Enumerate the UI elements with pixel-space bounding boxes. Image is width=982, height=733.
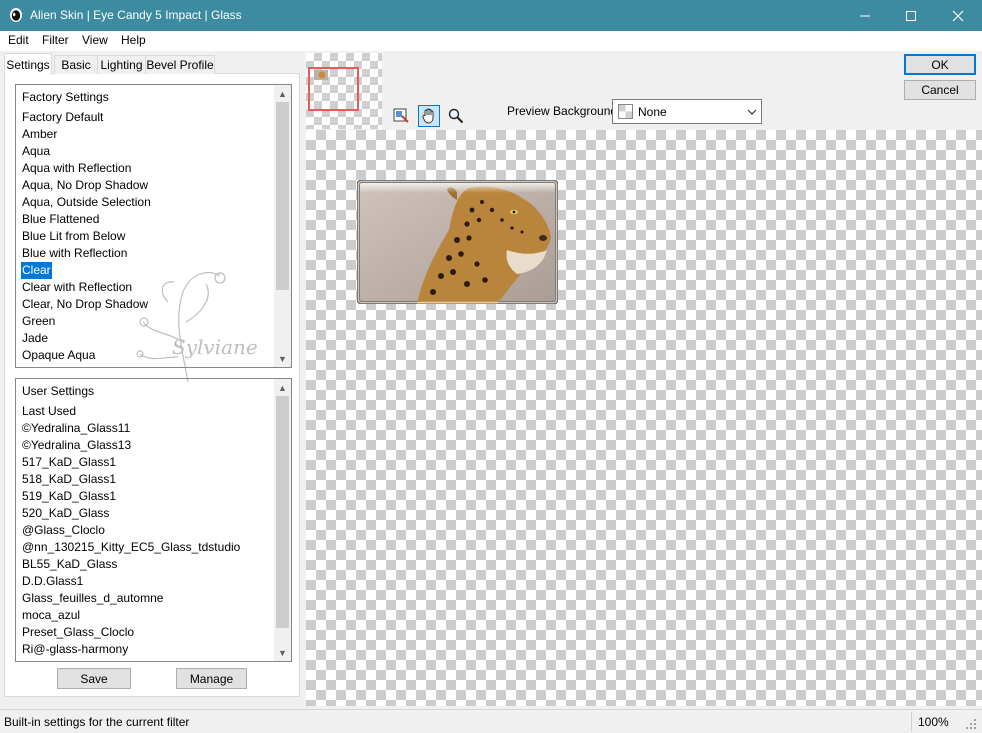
tab-basic[interactable]: Basic xyxy=(54,55,98,74)
status-divider xyxy=(911,712,912,731)
tab-bevel-profile[interactable]: Bevel Profile xyxy=(145,55,215,74)
list-item[interactable]: Opaque Aqua xyxy=(21,347,96,364)
resize-grip-icon[interactable] xyxy=(962,715,978,731)
hand-tool-button[interactable] xyxy=(418,105,440,127)
thumbnail-image xyxy=(314,70,328,80)
list-item[interactable]: Ri@-glass-harmony xyxy=(21,641,129,658)
scroll-down-icon[interactable]: ▼ xyxy=(274,644,291,661)
list-item[interactable]: Blue Lit from Below xyxy=(21,228,126,245)
close-icon xyxy=(952,10,964,21)
tab-lighting[interactable]: Lighting xyxy=(97,55,146,74)
glass-effect-preview-image xyxy=(357,180,558,304)
menu-help[interactable]: Help xyxy=(121,33,146,47)
list-item[interactable]: Clear with Reflection xyxy=(21,279,133,296)
chevron-down-icon xyxy=(747,109,757,115)
list-item-selected[interactable]: Clear xyxy=(21,262,52,279)
list-item[interactable]: @nn_130215_Kitty_EC5_Glass_tdstudio xyxy=(21,539,241,556)
hand-icon xyxy=(422,108,434,124)
list-item[interactable]: @Glass_Cloclo xyxy=(21,522,106,539)
window-title: Alien Skin | Eye Candy 5 Impact | Glass xyxy=(30,8,242,22)
pan-preview-icon xyxy=(393,108,409,123)
list-item[interactable]: ©Yedralina_Glass11 xyxy=(21,420,131,437)
maximize-button[interactable] xyxy=(888,0,934,31)
tab-settings[interactable]: Settings xyxy=(4,53,52,75)
save-button[interactable]: Save xyxy=(57,668,131,689)
status-bar: Built-in settings for the current filter… xyxy=(0,709,982,733)
scroll-thumb[interactable] xyxy=(276,396,289,628)
list-item[interactable]: Aqua xyxy=(21,143,51,160)
list-item[interactable]: Jade xyxy=(21,330,49,347)
user-settings-list[interactable]: User Settings Last Used ©Yedralina_Glass… xyxy=(15,378,292,662)
factory-settings-header: Factory Settings xyxy=(22,90,109,104)
alien-skin-app-icon xyxy=(10,8,22,22)
list-item[interactable]: Amber xyxy=(21,126,58,143)
minimize-button[interactable] xyxy=(842,0,888,31)
menu-bar: Edit Filter View Help xyxy=(0,31,982,51)
manage-button[interactable]: Manage xyxy=(176,668,247,689)
list-item[interactable]: Green xyxy=(21,313,56,330)
zoom-tool-button[interactable] xyxy=(445,105,467,127)
tab-strip: Settings Basic Lighting Bevel Profile xyxy=(4,53,300,75)
menu-filter[interactable]: Filter xyxy=(42,33,69,47)
watermark-text: Sylviane xyxy=(172,335,258,359)
cancel-button[interactable]: Cancel xyxy=(904,80,976,100)
ok-button[interactable]: OK xyxy=(904,54,976,75)
list-item[interactable]: 518_KaD_Glass1 xyxy=(21,471,117,488)
list-item[interactable]: 520_KaD_Glass xyxy=(21,505,110,522)
minimize-icon xyxy=(860,15,870,16)
user-settings-header: User Settings xyxy=(22,384,95,398)
zoom-level: 100% xyxy=(918,715,949,729)
list-item[interactable]: Last Used xyxy=(21,403,77,420)
list-item[interactable]: BL55_KaD_Glass xyxy=(21,556,118,573)
sylviane-watermark: Sylviane xyxy=(136,271,258,383)
list-item[interactable]: Preset_Glass_Cloclo xyxy=(21,624,135,641)
menu-view[interactable]: View xyxy=(82,33,108,47)
list-item[interactable]: Factory Default xyxy=(21,109,104,126)
preview-background-value: None xyxy=(638,105,667,119)
maximize-icon xyxy=(906,10,916,21)
list-item[interactable]: Aqua, No Drop Shadow xyxy=(21,177,149,194)
list-item[interactable]: moca_azul xyxy=(21,607,81,624)
list-item[interactable]: Glass_feuilles_d_automne xyxy=(21,590,164,607)
list-item[interactable]: Blue with Reflection xyxy=(21,245,128,262)
preview-background-label: Preview Background: xyxy=(507,104,621,118)
list-item[interactable]: ©Yedralina_Glass13 xyxy=(21,437,132,454)
close-button[interactable] xyxy=(934,0,982,31)
list-item[interactable]: 519_KaD_Glass1 xyxy=(21,488,117,505)
zoom-icon xyxy=(448,108,464,124)
scroll-up-icon[interactable]: ▲ xyxy=(274,85,291,102)
menu-edit[interactable]: Edit xyxy=(8,33,29,47)
title-bar: Alien Skin | Eye Candy 5 Impact | Glass xyxy=(0,0,982,31)
list-item[interactable]: Blue Flattened xyxy=(21,211,100,228)
list-item[interactable]: Aqua with Reflection xyxy=(21,160,132,177)
user-list-scrollbar[interactable]: ▲ ▼ xyxy=(274,379,291,661)
list-item[interactable]: Aqua, Outside Selection xyxy=(21,194,152,211)
list-item[interactable]: D.D.Glass1 xyxy=(21,573,84,590)
transparent-swatch-icon xyxy=(618,104,633,119)
pan-preview-button[interactable] xyxy=(390,105,412,127)
status-text: Built-in settings for the current filter xyxy=(4,715,190,729)
preview-background-dropdown[interactable]: None xyxy=(612,99,762,124)
list-item[interactable]: 517_KaD_Glass1 xyxy=(21,454,117,471)
